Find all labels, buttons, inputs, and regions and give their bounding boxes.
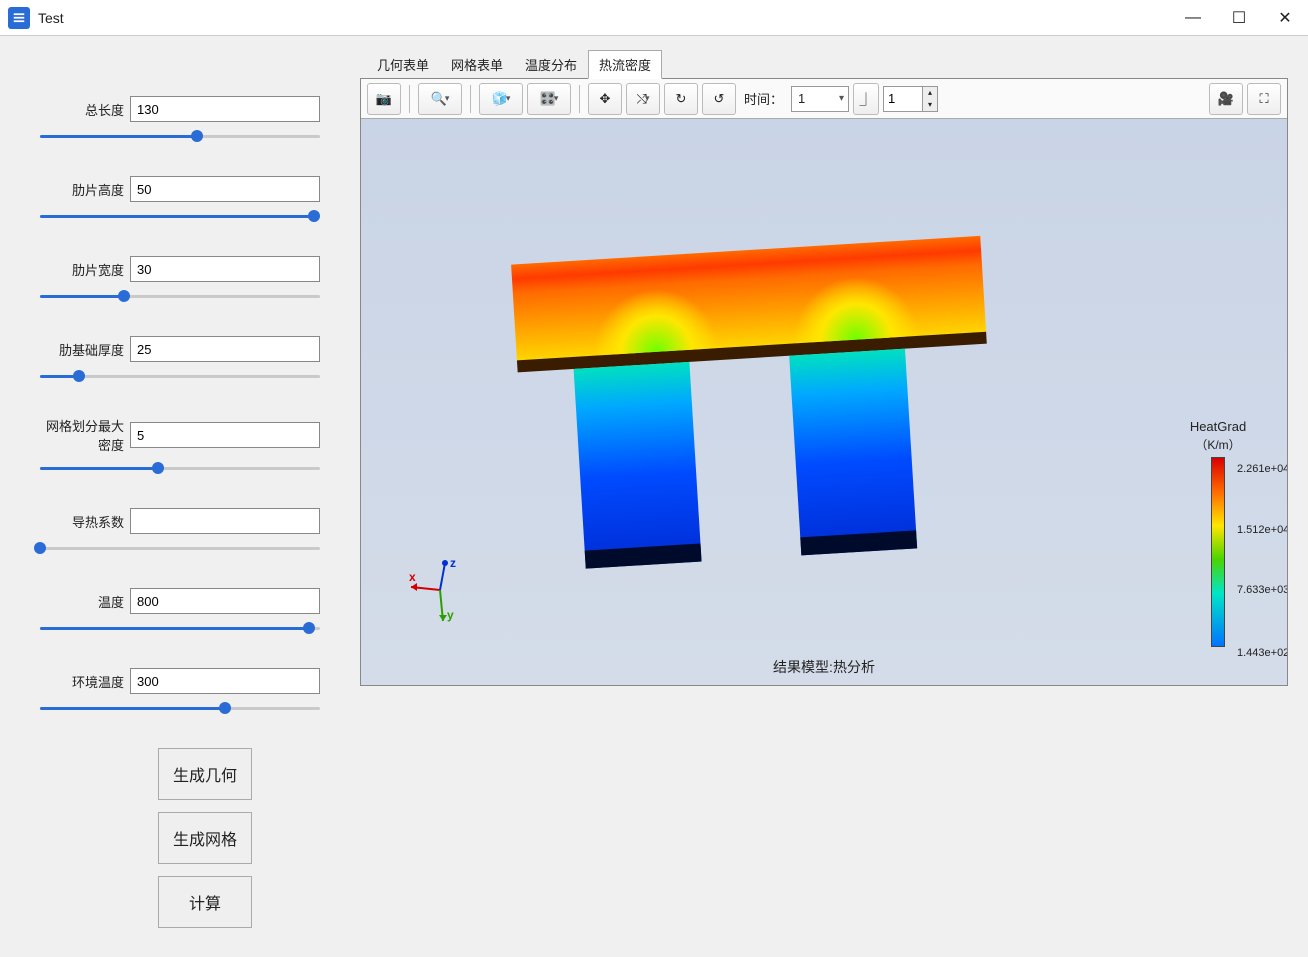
separator [409,85,410,113]
color-legend: HeatGrad （K/m） 2.261e+041.512e+047.633e+… [1163,419,1273,647]
video-camera-icon: 🎥 [1218,91,1234,107]
time-select[interactable]: 1 [791,86,849,112]
param-slider-total_length[interactable] [40,128,320,144]
separator [579,85,580,113]
param-label-total_length: 总长度 [40,100,130,119]
generate-geometry-button[interactable]: 生成几何 [158,748,252,800]
param-input-fin_height[interactable] [130,176,320,202]
param-label-conductivity: 导热系数 [40,512,130,531]
rotate-cw-button[interactable]: ↻ [664,83,698,115]
step-input[interactable] [883,86,923,112]
param-label-fin_base_thk: 肋基础厚度 [40,340,130,359]
legend-title: HeatGrad [1163,419,1273,434]
result-caption: 结果模型:热分析 [773,657,875,677]
camera-icon: 📷 [376,91,392,107]
viewport-3d[interactable]: x y z HeatGrad （K/m） 2.261e+041.512e+047… [361,119,1287,685]
window-maximize-button[interactable]: ☐ [1216,0,1262,36]
step-up-button[interactable]: ▴ [923,87,937,99]
legend-tick: 1.512e+04 [1237,524,1287,536]
param-input-conductivity[interactable] [130,508,320,534]
legend-unit: （K/m） [1163,436,1273,453]
step-down-button[interactable]: ▾ [923,99,937,111]
parameter-panel: 总长度肋片高度肋片宽度肋基础厚度网格划分最大密度导热系数温度环境温度生成几何生成… [0,36,360,957]
param-slider-ambient_temp[interactable] [40,700,320,716]
compute-button[interactable]: 计算 [158,876,252,928]
canvas-frame: 📷 🔍▾ 🧊▾ 🎛️▾ ✥ ⤭▾ ↻ ↺ 时间： 1 ⏌ ▴▾ � [360,78,1288,686]
legend-tick: 7.633e+03 [1237,584,1287,596]
legend-tick: 1.443e+02 [1237,647,1287,659]
time-select-value: 1 [798,91,805,106]
tab-1[interactable]: 网格表单 [440,50,514,79]
tab-bar: 几何表单网格表单温度分布热流密度 [366,50,1288,79]
screenshot-button[interactable]: 📷 [367,83,401,115]
param-input-fin_base_thk[interactable] [130,336,320,362]
param-input-temperature[interactable] [130,588,320,614]
separator [470,85,471,113]
page-end-button[interactable]: ⏌ [853,83,879,115]
viewer-toolbar: 📷 🔍▾ 🧊▾ 🎛️▾ ✥ ⤭▾ ↻ ↺ 时间： 1 ⏌ ▴▾ � [361,79,1287,119]
param-slider-fin_width[interactable] [40,288,320,304]
window-title: Test [38,10,64,26]
colormap-button[interactable]: 🎛️▾ [527,83,571,115]
param-input-ambient_temp[interactable] [130,668,320,694]
render-mode-button[interactable]: 🧊▾ [479,83,523,115]
window-close-button[interactable]: ✕ [1262,0,1308,36]
axis-triad: x y z [405,555,475,625]
param-slider-temperature[interactable] [40,620,320,636]
axis-z-label: z [450,556,456,570]
tab-0[interactable]: 几何表单 [366,50,440,79]
param-slider-fin_base_thk[interactable] [40,368,320,384]
result-model [511,234,1031,604]
param-label-temperature: 温度 [40,592,130,611]
param-label-fin_width: 肋片宽度 [40,260,130,279]
generate-mesh-button[interactable]: 生成网格 [158,812,252,864]
record-button[interactable]: 🎥 [1209,83,1243,115]
time-label: 时间： [744,89,783,108]
zoom-button[interactable]: 🔍▾ [418,83,462,115]
param-label-mesh_density: 网格划分最大密度 [40,416,130,454]
axis-y-label: y [447,608,454,622]
move-icon: ✥ [600,91,611,107]
step-end-icon: ⏌ [860,89,873,108]
viewer-panel: 几何表单网格表单温度分布热流密度 📷 🔍▾ 🧊▾ 🎛️▾ ✥ ⤭▾ ↻ ↺ 时间… [360,36,1308,957]
param-slider-fin_height[interactable] [40,208,320,224]
param-label-ambient_temp: 环境温度 [40,672,130,691]
param-slider-mesh_density[interactable] [40,460,320,476]
app-icon [8,7,30,29]
param-label-fin_height: 肋片高度 [40,180,130,199]
rotate-ccw-button[interactable]: ↺ [702,83,736,115]
param-input-mesh_density[interactable] [130,422,320,448]
step-spinner[interactable]: ▴▾ [883,86,938,112]
rotate-cw-icon: ↻ [676,91,687,107]
tab-3[interactable]: 热流密度 [588,50,662,79]
axis-orient-button[interactable]: ⤭▾ [626,83,660,115]
window-titlebar: Test ― ☐ ✕ [0,0,1308,36]
legend-colorbar [1211,457,1225,647]
legend-tick: 2.261e+04 [1237,463,1287,475]
fullscreen-icon: ⛶ [1259,91,1268,107]
tab-2[interactable]: 温度分布 [514,50,588,79]
param-input-total_length[interactable] [130,96,320,122]
param-input-fin_width[interactable] [130,256,320,282]
param-slider-conductivity[interactable] [40,540,320,556]
axis-x-label: x [409,570,416,584]
fullscreen-button[interactable]: ⛶ [1247,83,1281,115]
window-minimize-button[interactable]: ― [1170,0,1216,36]
rotate-ccw-icon: ↺ [714,91,725,107]
pan-button[interactable]: ✥ [588,83,622,115]
